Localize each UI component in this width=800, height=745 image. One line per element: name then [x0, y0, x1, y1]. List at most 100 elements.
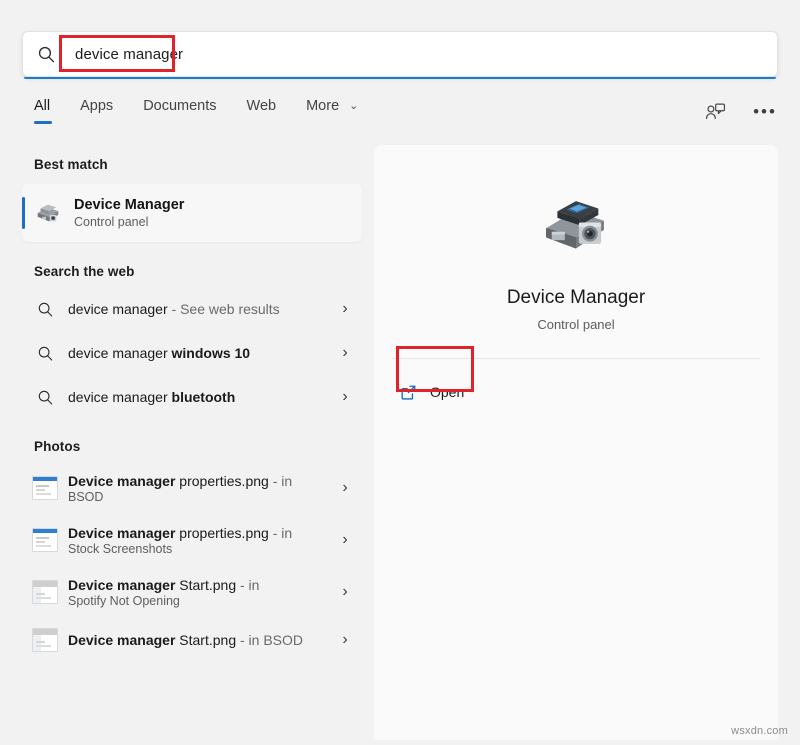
preview-hero: Device Manager Control panel: [374, 145, 778, 332]
best-match-item[interactable]: Device Manager Control panel: [22, 184, 362, 242]
device-manager-icon: [374, 181, 778, 277]
more-options-label: •••: [753, 103, 777, 120]
web-result-hint: - See web results: [168, 301, 280, 317]
web-result-query: device manager: [68, 301, 168, 317]
search-icon: [22, 301, 68, 318]
search-icon: [22, 345, 68, 362]
chevron-right-icon[interactable]: ›: [328, 631, 362, 649]
preview-title: Device Manager: [374, 287, 778, 309]
tab-web-label: Web: [247, 98, 277, 114]
photo-result-row[interactable]: Device manager properties.png - in Stock…: [22, 514, 362, 566]
tab-all[interactable]: All: [34, 98, 68, 124]
photo-result-match: Device manager: [68, 632, 175, 648]
web-result-suggestion: windows 10: [172, 345, 251, 361]
photo-result-location-prefix: - in: [269, 473, 292, 489]
chevron-down-icon: ⌄: [349, 99, 358, 112]
tab-more-label: More: [306, 98, 339, 114]
tab-more[interactable]: More ⌄: [306, 98, 376, 124]
web-result-body: device manager - See web results: [68, 301, 328, 317]
tab-documents-label: Documents: [143, 98, 216, 114]
search-focus-underline: [24, 77, 776, 79]
photo-result-match: Device manager: [68, 577, 175, 593]
photo-result-row[interactable]: Device manager Start.png - in BSOD ›: [22, 618, 362, 662]
photo-result-location-prefix: - in BSOD: [236, 632, 303, 648]
photo-result-match: Device manager: [68, 473, 175, 489]
chevron-right-icon[interactable]: ›: [328, 531, 362, 549]
web-result-text: device manager bluetooth: [68, 389, 328, 405]
search-flyout: device manager All Apps Documents Web Mo…: [0, 0, 800, 745]
photo-result-text: Device manager properties.png - in: [68, 525, 328, 541]
photo-thumbnail-icon: [22, 580, 68, 604]
photo-result-body: Device manager Start.png - in BSOD: [68, 632, 328, 648]
preview-subtitle: Control panel: [374, 317, 778, 332]
web-result-body: device manager bluetooth: [68, 389, 328, 405]
preview-panel: Device Manager Control panel Open: [374, 145, 778, 740]
photo-thumbnail: [32, 628, 58, 652]
web-result-row[interactable]: device manager windows 10 ›: [22, 331, 362, 375]
web-result-row[interactable]: device manager bluetooth ›: [22, 375, 362, 419]
photo-result-text: Device manager Start.png - in: [68, 577, 328, 593]
web-result-row[interactable]: device manager - See web results ›: [22, 287, 362, 331]
photo-result-row[interactable]: Device manager properties.png - in BSOD …: [22, 462, 362, 514]
top-actions[interactable]: •••: [698, 96, 782, 126]
photo-result-match: Device manager: [68, 525, 175, 541]
best-match-texts: Device Manager Control panel: [74, 197, 184, 229]
chevron-right-icon[interactable]: ›: [328, 388, 362, 406]
web-result-text: device manager windows 10: [68, 345, 328, 361]
search-input[interactable]: device manager: [69, 44, 189, 65]
photo-result-folder: Stock Screenshots: [68, 542, 328, 556]
tab-all-label: All: [34, 98, 50, 114]
web-result-body: device manager windows 10: [68, 345, 328, 361]
tab-active-underline: [34, 121, 52, 124]
selection-accent-bar: [22, 197, 25, 229]
chevron-right-icon[interactable]: ›: [328, 479, 362, 497]
preview-divider: [392, 358, 760, 359]
photo-result-filename: properties.png: [175, 473, 268, 489]
tab-apps-label: Apps: [80, 98, 113, 114]
photo-thumbnail-icon: [22, 528, 68, 552]
chevron-right-icon[interactable]: ›: [328, 300, 362, 318]
section-title-best-match: Best match: [0, 143, 374, 180]
device-manager-icon: [22, 199, 74, 227]
best-match-subtitle: Control panel: [74, 215, 184, 229]
photo-thumbnail-icon: [22, 476, 68, 500]
web-result-suggestion: bluetooth: [172, 389, 236, 405]
photo-result-row[interactable]: Device manager Start.png - in Spotify No…: [22, 566, 362, 618]
photo-result-location-prefix: - in: [269, 525, 292, 541]
photo-thumbnail: [32, 476, 58, 500]
web-result-text: device manager - See web results: [68, 301, 328, 317]
photo-result-filename: Start.png: [175, 632, 236, 648]
feedback-icon[interactable]: [698, 96, 732, 126]
more-options-icon[interactable]: •••: [748, 96, 782, 126]
photo-result-body: Device manager properties.png - in Stock…: [68, 525, 328, 556]
photo-thumbnail: [32, 580, 58, 604]
photo-result-text: Device manager properties.png - in: [68, 473, 328, 489]
photo-result-folder: Spotify Not Opening: [68, 594, 328, 608]
watermark: wsxdn.com: [731, 725, 788, 737]
best-match-title: Device Manager: [74, 197, 184, 213]
chevron-right-icon[interactable]: ›: [328, 583, 362, 601]
photo-result-text: Device manager Start.png - in BSOD: [68, 632, 328, 648]
open-button-label: Open: [430, 384, 464, 400]
results-panel: Best match: [0, 143, 374, 745]
tab-web[interactable]: Web: [247, 98, 295, 124]
photo-thumbnail-icon: [22, 628, 68, 652]
search-bar[interactable]: device manager: [22, 31, 778, 77]
photo-thumbnail: [32, 528, 58, 552]
section-title-photos: Photos: [0, 419, 374, 462]
open-button[interactable]: Open: [396, 375, 506, 409]
section-title-search-the-web: Search the web: [0, 242, 374, 287]
tab-apps[interactable]: Apps: [80, 98, 131, 124]
search-icon: [22, 389, 68, 406]
photo-result-folder: BSOD: [68, 490, 328, 504]
photo-result-body: Device manager properties.png - in BSOD: [68, 473, 328, 504]
photo-result-body: Device manager Start.png - in Spotify No…: [68, 577, 328, 608]
photo-result-location-prefix: - in: [236, 577, 259, 593]
web-result-query: device manager: [68, 389, 172, 405]
tab-documents[interactable]: Documents: [143, 98, 234, 124]
filter-tabs[interactable]: All Apps Documents Web More ⌄: [34, 98, 388, 132]
search-input-container[interactable]: device manager: [22, 31, 778, 77]
external-link-icon: [396, 384, 420, 401]
photo-result-filename: properties.png: [175, 525, 268, 541]
chevron-right-icon[interactable]: ›: [328, 344, 362, 362]
